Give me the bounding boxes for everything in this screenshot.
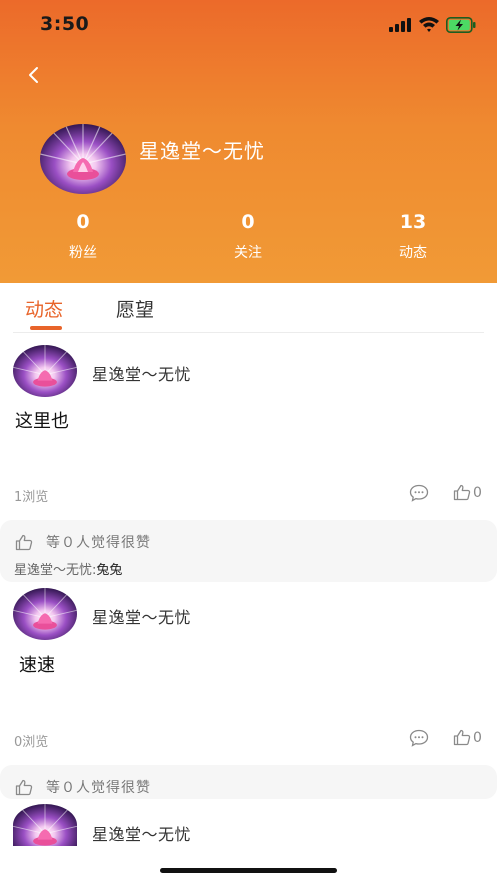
post-content: 这里也 [15,411,69,432]
comment-author: 星逸堂～无忧: [14,563,97,578]
likes-summary: 等０人觉得很赞 [46,535,151,551]
chevron-left-icon [29,67,38,83]
home-indicator[interactable] [160,868,337,873]
post-author[interactable]: 星逸堂～无忧 [92,604,191,628]
tab-posts[interactable]: 动态 [25,295,63,322]
comment-item[interactable]: 星逸堂～无忧:兔兔 [14,559,122,578]
post-avatar[interactable] [13,588,77,640]
post-avatar[interactable] [13,345,77,397]
likes-summary-row: 等０人觉得很赞 [15,532,151,552]
divider [13,332,484,333]
lotus-image [13,588,77,640]
tab-wishes[interactable]: 愿望 [116,295,154,322]
stat-fans-label: 粉丝 [69,245,97,261]
tab-bar: 动态 愿望 [0,283,497,333]
thumbs-up-icon [15,779,33,795]
stat-posts-value: 13 [399,211,427,233]
tab-active-indicator [30,326,62,330]
stat-posts-label: 动态 [399,245,427,261]
thumbs-up-icon [453,484,471,501]
post-views: 1浏览 [14,490,49,505]
likes-summary: 等０人觉得很赞 [46,780,151,796]
post-content: 速速 [19,655,55,676]
like-count: 0 [473,484,482,501]
comment-icon[interactable] [409,484,429,502]
post-avatar[interactable] [13,804,77,846]
likes-comments-box: 等０人觉得很赞 星逸堂～无忧:兔兔 [0,520,497,582]
status-bar: 3:50 [0,0,497,50]
post-views: 0浏览 [14,735,49,750]
profile-header: 3:50 星逸堂～无忧 0 粉丝 0 关注 13 动态 [0,0,497,283]
stat-following[interactable]: 0 关注 [198,208,298,262]
like-button[interactable]: 0 [453,729,482,746]
battery-charging-icon [446,17,476,33]
status-time: 3:50 [40,13,90,35]
lotus-image [13,345,77,397]
comment-text: 兔兔 [96,563,123,578]
profile-name: 星逸堂～无忧 [139,139,265,163]
thumbs-up-icon [15,534,33,550]
signal-icon [389,18,413,32]
back-button[interactable] [20,62,46,88]
thumbs-up-icon [453,729,471,746]
likes-comments-box: 等０人觉得很赞 [0,765,497,799]
likes-summary-row: 等０人觉得很赞 [15,777,151,797]
stat-fans[interactable]: 0 粉丝 [33,208,133,262]
comment-icon[interactable] [409,729,429,747]
stat-following-label: 关注 [234,245,262,261]
like-count: 0 [473,729,482,746]
lotus-image [13,804,77,846]
stat-fans-value: 0 [76,211,90,233]
lotus-image [40,124,126,194]
like-button[interactable]: 0 [453,484,482,501]
profile-avatar[interactable] [40,124,126,194]
stat-following-value: 0 [241,211,255,233]
post-author[interactable]: 星逸堂～无忧 [92,361,191,385]
post-author[interactable]: 星逸堂～无忧 [92,821,191,845]
wifi-icon [419,17,439,32]
stat-posts[interactable]: 13 动态 [363,208,463,262]
